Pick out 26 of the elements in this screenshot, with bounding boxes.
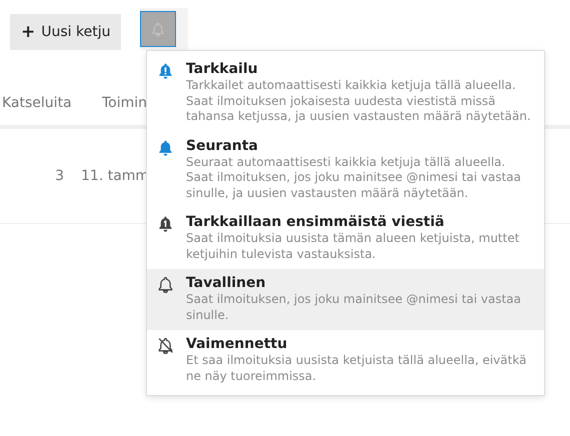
bell-icon (157, 138, 174, 156)
table-cell-text: 3 (54, 168, 65, 184)
column-header[interactable]: Katseluita (0, 95, 102, 111)
bell-one-icon (157, 215, 174, 232)
option-description: Saat ilmoituksia uusista tämän alueen ketjuista, muttet ketjuihin tulevista vastauksista. (186, 231, 520, 262)
menu-item[interactable]: Seuranta Seuraat automaattisesti kaikkia ketjuja tällä alueella. Saat ilmoituksen, jos joku mainitsee @nimesi tai vastaa sinulle, ja uusien vastausten määrä näytetään. (147, 132, 544, 208)
option-description: Saat ilmoituksen, jos joku mainitsee @nimesi tai vastaa sinulle. (186, 292, 522, 323)
notification-button[interactable] (140, 11, 176, 47)
option-title: Tavallinen (186, 274, 267, 292)
bell-slash-icon (157, 337, 174, 354)
menu-item[interactable]: Tarkkaillaan ensimmäistä viestiä Saat ilmoituksia uusista tämän alueen ketjuista, muttet ketjuihin tulevista vastauksista. (147, 208, 544, 269)
option-title: Seuranta (186, 136, 260, 154)
option-title: Vaimennettu (186, 335, 288, 353)
new-thread-button[interactable]: + Uusi ketju (10, 14, 122, 50)
bell-icon (151, 22, 166, 36)
option-title: Tarkkaillaan ensimmäistä viestiä (186, 213, 446, 231)
option-description: Tarkkailet automaattisesti kaikkia ketjuja tällä alueella. Saat ilmoituksen jokaisesta uudesta viestistä missä tahansa ketjussa, ja uusien vastausten määrä näytetään. (186, 78, 531, 124)
option-title: Tarkkailu (186, 60, 259, 78)
column-header[interactable]: Toimin (102, 95, 148, 111)
menu-item[interactable]: Tavallinen Saat ilmoituksen, jos joku mainitsee @nimesi tai vastaa sinulle. (147, 269, 544, 330)
bell-outline-icon (157, 276, 174, 293)
menu-item[interactable]: Tarkkailu Tarkkailet automaattisesti kaikkia ketjuja tällä alueella. Saat ilmoituksen jokaisesta uudesta viestistä missä tahansa ketjussa, ja uusien vastausten määrä näytetään. (147, 55, 544, 132)
option-description: Seuraat automaattisesti kaikkia ketjuja tällä alueella. Saat ilmoituksen, jos joku mainitsee @nimesi tai vastaa sinulle, ja uusien vastausten määrä näytetään. (186, 154, 522, 201)
menu-item[interactable]: Vaimennettu Et saa ilmoituksia uusista ketjuista tällä alueella, eivätkä ne näy tuoreimmissa. (147, 330, 544, 391)
option-description: Et saa ilmoituksia uusista ketjuista tällä alueella, eivätkä ne näy tuoreimmissa. (186, 353, 528, 384)
bell-exclamation-icon (157, 62, 174, 79)
